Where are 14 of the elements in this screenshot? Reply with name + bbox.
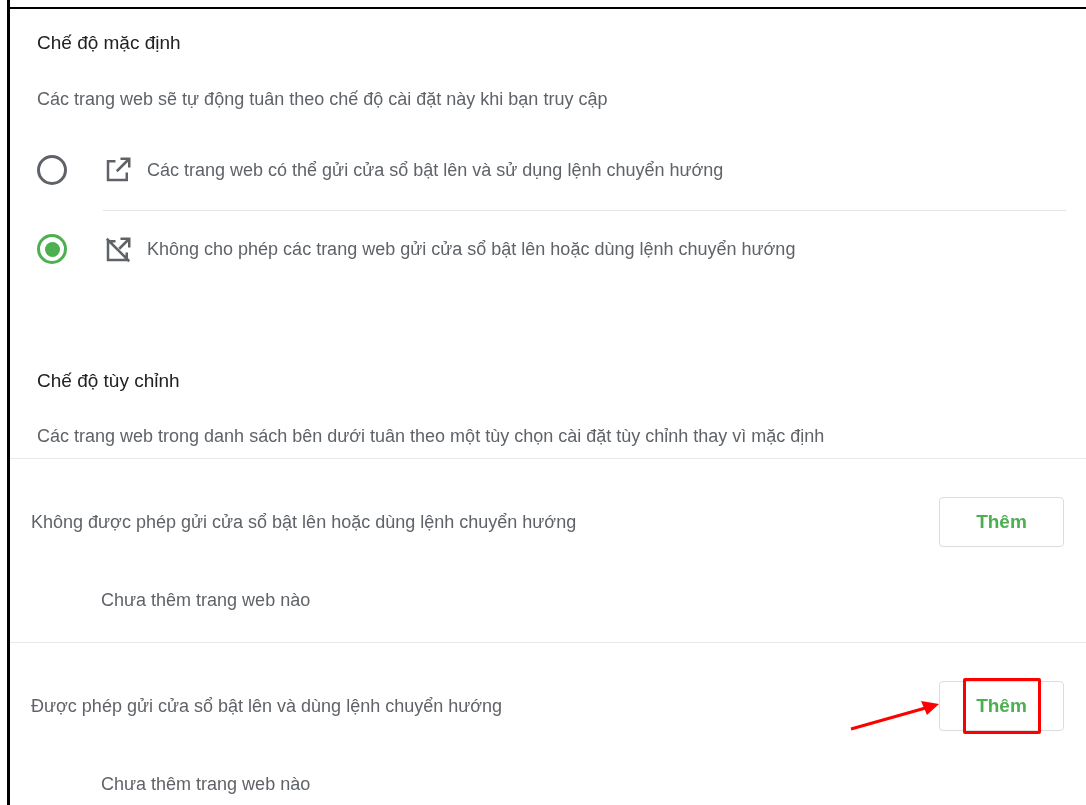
empty-list-text: Chưa thêm trang web nào [100,773,312,796]
empty-list-text: Chưa thêm trang web nào [100,589,312,612]
add-button[interactable]: Thêm [939,497,1064,547]
option-label: Không cho phép các trang web gửi cửa sổ bật lên hoặc dùng lệnh chuyển hướng [147,238,796,261]
list-label: Được phép gửi cửa sổ bật lên và dùng lệnh chuyển hướng [31,694,503,718]
option-label: Các trang web có thể gửi cửa sổ bật lên và sử dụng lệnh chuyển hướng [147,158,724,182]
list-label: Không được phép gửi cửa sổ bật lên hoặc dùng lệnh chuyển hướng [31,510,577,534]
radio-button[interactable] [37,155,67,185]
section-title: Chế độ tùy chỉnh [37,368,181,393]
section-title: Chế độ mặc định [37,31,182,55]
section-description: Các trang web sẽ tự động tuân theo chế độ cài đặt này khi bạn truy cập [37,87,609,111]
add-button[interactable]: Thêm [939,681,1064,731]
radio-button[interactable] [37,234,67,264]
section-description: Các trang web trong danh sách bên dưới tuân theo một tùy chọn cài đặt tùy chỉnh thay vì mặc định [37,425,826,448]
